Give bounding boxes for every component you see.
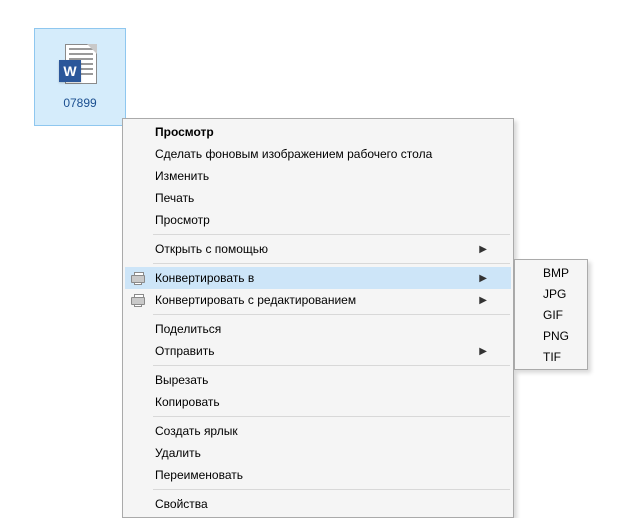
submenu-item-label: GIF [543,308,563,322]
menu-item-share[interactable]: Поделиться [125,318,511,340]
menu-item-label: Создать ярлык [155,424,489,438]
menu-item-properties[interactable]: Свойства [125,493,511,515]
menu-item-preview[interactable]: Просмотр [125,209,511,231]
menu-item-label: Сделать фоновым изображением рабочего ст… [155,147,489,161]
submenu-item-jpg[interactable]: JPG [517,283,585,304]
menu-separator [153,234,510,235]
menu-separator [153,416,510,417]
submenu-item-png[interactable]: PNG [517,325,585,346]
menu-separator [153,489,510,490]
menu-item-convert-with-edit[interactable]: Конвертировать с редактированием ▶ [125,289,511,311]
file-item[interactable]: W 07899 [34,28,126,126]
menu-item-edit[interactable]: Изменить [125,165,511,187]
submenu-arrow-icon: ▶ [479,273,489,284]
context-menu: Просмотр Сделать фоновым изображением ра… [122,118,514,518]
menu-item-label: Просмотр [155,213,489,227]
menu-item-label: Изменить [155,169,489,183]
printer-icon [130,270,146,286]
menu-item-rename[interactable]: Переименовать [125,464,511,486]
printer-icon [130,292,146,308]
menu-separator [153,365,510,366]
menu-item-label: Копировать [155,395,489,409]
menu-item-label: Открыть с помощью [155,242,479,256]
menu-item-convert-to[interactable]: Конвертировать в ▶ [125,267,511,289]
menu-item-send-to[interactable]: Отправить ▶ [125,340,511,362]
menu-item-label: Удалить [155,446,489,460]
menu-item-label: Просмотр [155,125,489,139]
submenu-item-label: BMP [543,266,569,280]
menu-item-copy[interactable]: Копировать [125,391,511,413]
word-doc-icon: W [59,44,101,90]
menu-separator [153,263,510,264]
submenu-item-label: TIF [543,350,561,364]
menu-item-label: Конвертировать в [155,271,479,285]
menu-item-label: Отправить [155,344,479,358]
menu-item-label: Переименовать [155,468,489,482]
menu-item-cut[interactable]: Вырезать [125,369,511,391]
menu-item-delete[interactable]: Удалить [125,442,511,464]
menu-separator [153,314,510,315]
submenu-item-label: JPG [543,287,566,301]
menu-item-preview-default[interactable]: Просмотр [125,121,511,143]
submenu-item-tif[interactable]: TIF [517,346,585,367]
submenu-arrow-icon: ▶ [479,244,489,255]
menu-item-label: Поделиться [155,322,489,336]
menu-item-label: Свойства [155,497,489,511]
menu-item-label: Конвертировать с редактированием [155,293,479,307]
convert-submenu: BMP JPG GIF PNG TIF [514,259,588,370]
file-label: 07899 [63,96,96,110]
submenu-item-bmp[interactable]: BMP [517,262,585,283]
submenu-item-gif[interactable]: GIF [517,304,585,325]
menu-item-create-shortcut[interactable]: Создать ярлык [125,420,511,442]
menu-item-label: Вырезать [155,373,489,387]
submenu-arrow-icon: ▶ [479,295,489,306]
menu-item-open-with[interactable]: Открыть с помощью ▶ [125,238,511,260]
menu-item-label: Печать [155,191,489,205]
submenu-arrow-icon: ▶ [479,346,489,357]
menu-item-set-wallpaper[interactable]: Сделать фоновым изображением рабочего ст… [125,143,511,165]
menu-item-print[interactable]: Печать [125,187,511,209]
submenu-item-label: PNG [543,329,569,343]
